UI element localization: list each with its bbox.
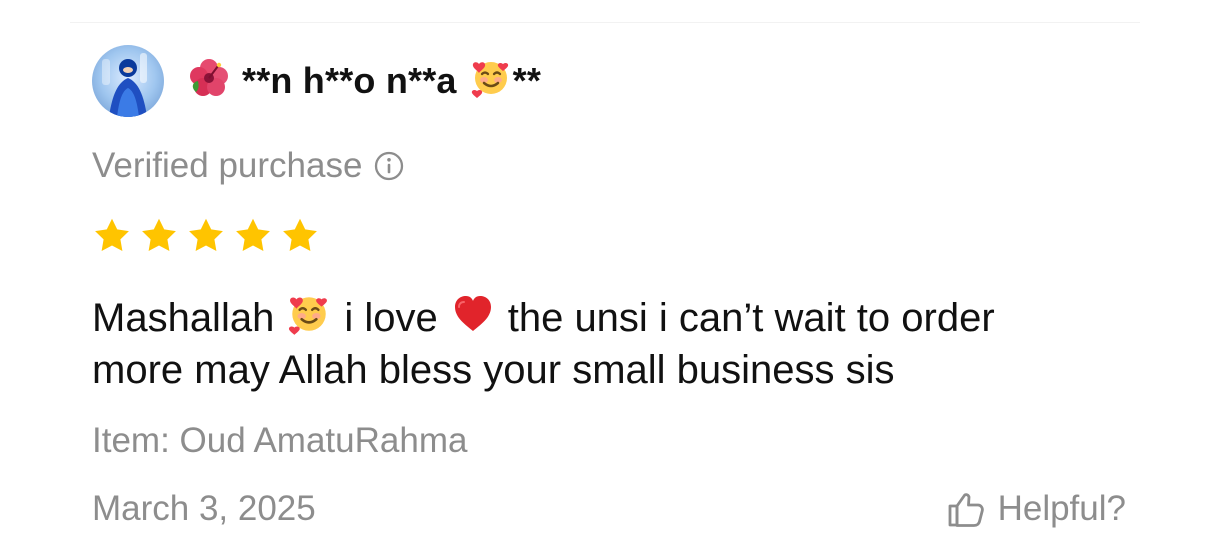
- star-icon: [142, 218, 176, 251]
- smiling-face-with-hearts-icon: [286, 291, 332, 344]
- review-text-part-3: the unsi i can’t wait to order: [507, 295, 995, 340]
- hibiscus-icon: [188, 57, 230, 105]
- info-icon[interactable]: [372, 149, 406, 183]
- star-icon: [95, 218, 129, 251]
- username-suffix: **: [512, 60, 542, 101]
- verified-purchase-label: Verified purchase: [92, 146, 363, 185]
- review-date: March 3, 2025: [92, 489, 316, 528]
- red-heart-icon: [450, 291, 496, 344]
- rating-stars: [92, 216, 320, 256]
- top-divider: [70, 22, 1140, 23]
- helpful-button[interactable]: Helpful?: [944, 487, 1126, 531]
- verified-purchase-row: Verified purchase: [92, 146, 406, 186]
- username: **n h**o n**a **: [188, 56, 541, 106]
- review-header: **n h**o n**a **: [92, 45, 541, 117]
- review-text-line-2: more may Allah bless your small business…: [92, 344, 1152, 396]
- username-text: **n h**o n**a: [242, 60, 457, 101]
- star-icon: [189, 218, 223, 251]
- review-text: Mashallah i love the unsi i can’t wait t…: [92, 291, 1152, 396]
- star-icon: [283, 218, 317, 251]
- review-card: **n h**o n**a ** Verified purchase Masha…: [0, 0, 1210, 560]
- review-text-line-1: Mashallah i love the unsi i can’t wait t…: [92, 291, 1152, 344]
- review-footer: March 3, 2025 Helpful?: [92, 487, 1126, 531]
- thumb-up-icon: [948, 493, 984, 527]
- review-text-line-2-text: more may Allah bless your small business…: [92, 348, 895, 392]
- avatar[interactable]: [92, 45, 164, 117]
- item-name: Item: Oud AmatuRahma: [92, 421, 468, 460]
- smiling-face-with-hearts-icon: [469, 56, 513, 106]
- review-text-part-1: Mashallah: [92, 295, 275, 340]
- review-text-part-2: i love: [344, 295, 438, 340]
- star-icon: [236, 218, 270, 251]
- helpful-label: Helpful?: [997, 489, 1126, 528]
